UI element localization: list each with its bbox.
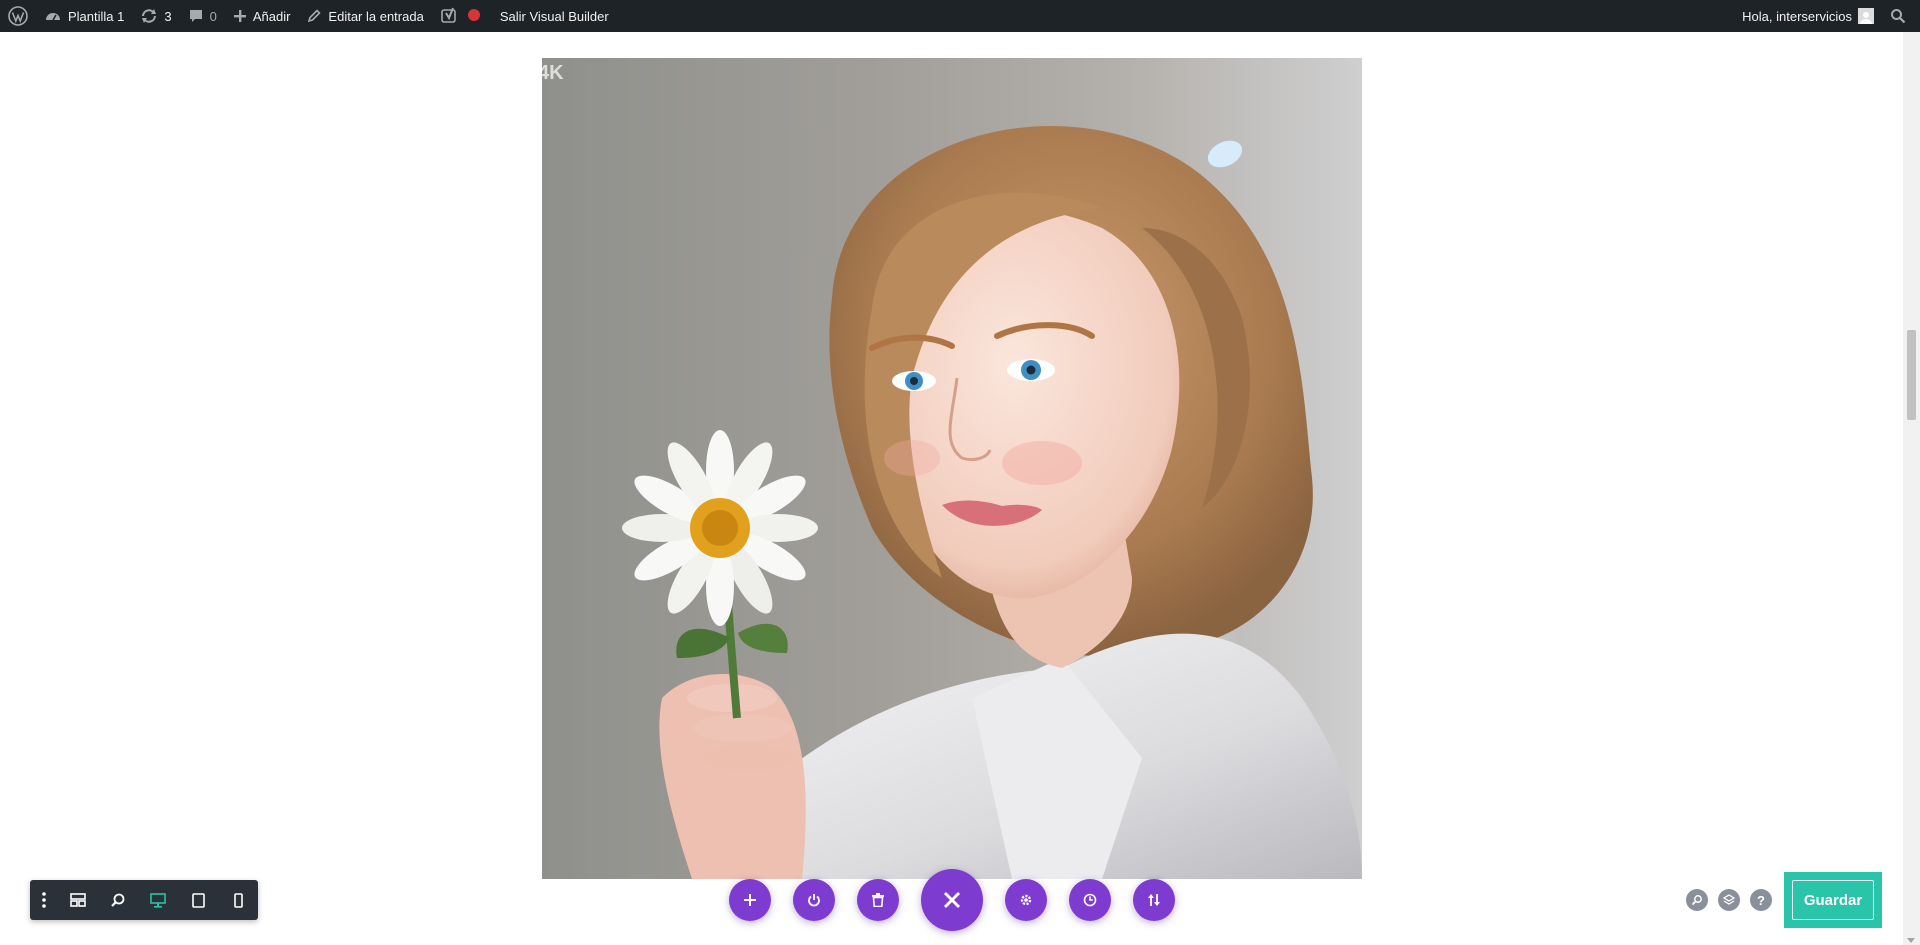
scrollbar-thumb[interactable] [1907, 330, 1916, 420]
find-button[interactable] [1686, 889, 1708, 911]
updates-count: 3 [164, 8, 172, 24]
seo-status-dot [467, 8, 480, 21]
dashboard-icon [46, 13, 60, 21]
account-greeting: Hola, interservicios [1742, 8, 1852, 24]
updates-icon [142, 9, 157, 23]
comments-count: 0 [209, 8, 217, 24]
page-settings-toolbar [30, 880, 258, 920]
search-icon [1691, 895, 1702, 906]
portrait-illustration [622, 126, 1362, 879]
exit-visual-builder-label: Salir Visual Builder [499, 8, 609, 24]
admin-bar: Plantilla 1 3 0 Añadir Editar la entrada [0, 0, 1920, 32]
add-module-button[interactable] [729, 879, 771, 921]
phone-icon [233, 892, 243, 908]
history-icon [1083, 893, 1097, 907]
help-icon: ? [1757, 892, 1765, 908]
yoast-icon [441, 7, 456, 23]
add-new-menu[interactable]: Añadir [225, 0, 299, 32]
portrait-image[interactable]: 4K [542, 58, 1362, 879]
page-options-button[interactable] [30, 880, 58, 920]
save-button-label: Guardar [1792, 880, 1874, 920]
yoast-seo-menu[interactable] [432, 0, 488, 32]
search-icon [1891, 9, 1906, 24]
comments-menu[interactable]: 0 [180, 0, 225, 32]
desktop-view-button[interactable] [138, 880, 178, 920]
exit-visual-builder-link[interactable]: Salir Visual Builder [488, 0, 617, 32]
avatar [1858, 8, 1874, 24]
edit-post-label: Editar la entrada [328, 8, 424, 24]
zoom-icon [111, 893, 125, 907]
site-name-label: Plantilla 1 [68, 8, 125, 24]
wordpress-logo-button[interactable] [0, 0, 36, 32]
wireframe-view-button[interactable] [58, 880, 98, 920]
comment-icon [189, 10, 202, 22]
user-avatar-icon [1860, 12, 1872, 24]
help-button[interactable]: ? [1750, 889, 1772, 911]
close-settings-button[interactable] [921, 869, 983, 931]
sort-icon [1148, 894, 1160, 906]
wordpress-icon [8, 6, 28, 26]
editing-history-button[interactable] [1069, 879, 1111, 921]
clear-layout-button[interactable] [857, 879, 899, 921]
page-scrollbar[interactable] [1903, 32, 1920, 945]
layout-icon [70, 893, 86, 907]
settings-icon [1020, 894, 1032, 906]
site-name-menu[interactable]: Plantilla 1 [36, 0, 132, 32]
save-button[interactable]: Guardar [1784, 872, 1882, 928]
layers-button[interactable] [1718, 889, 1740, 911]
account-menu[interactable]: Hola, interservicios [1734, 0, 1878, 32]
tablet-icon [191, 892, 205, 908]
add-icon [744, 894, 756, 906]
page-settings-button[interactable] [1005, 879, 1047, 921]
scroll-down-arrow-icon[interactable] [1907, 938, 1915, 943]
admin-search-button[interactable] [1878, 0, 1906, 32]
portability-button[interactable] [1133, 879, 1175, 921]
pencil-icon [308, 9, 322, 23]
trash-icon [872, 893, 884, 907]
edit-post-link[interactable]: Editar la entrada [298, 0, 431, 32]
more-vertical-icon [42, 892, 46, 908]
zoom-out-button[interactable] [98, 880, 138, 920]
layers-icon [1723, 894, 1735, 905]
phone-view-button[interactable] [218, 880, 258, 920]
plus-icon [233, 10, 246, 22]
close-icon [943, 891, 961, 909]
tablet-view-button[interactable] [178, 880, 218, 920]
updates-menu[interactable]: 3 [132, 0, 179, 32]
power-icon [808, 894, 820, 907]
desktop-icon [150, 892, 166, 908]
image-watermark: 4K [542, 62, 564, 84]
add-new-label: Añadir [252, 8, 291, 24]
disable-button[interactable] [793, 879, 835, 921]
